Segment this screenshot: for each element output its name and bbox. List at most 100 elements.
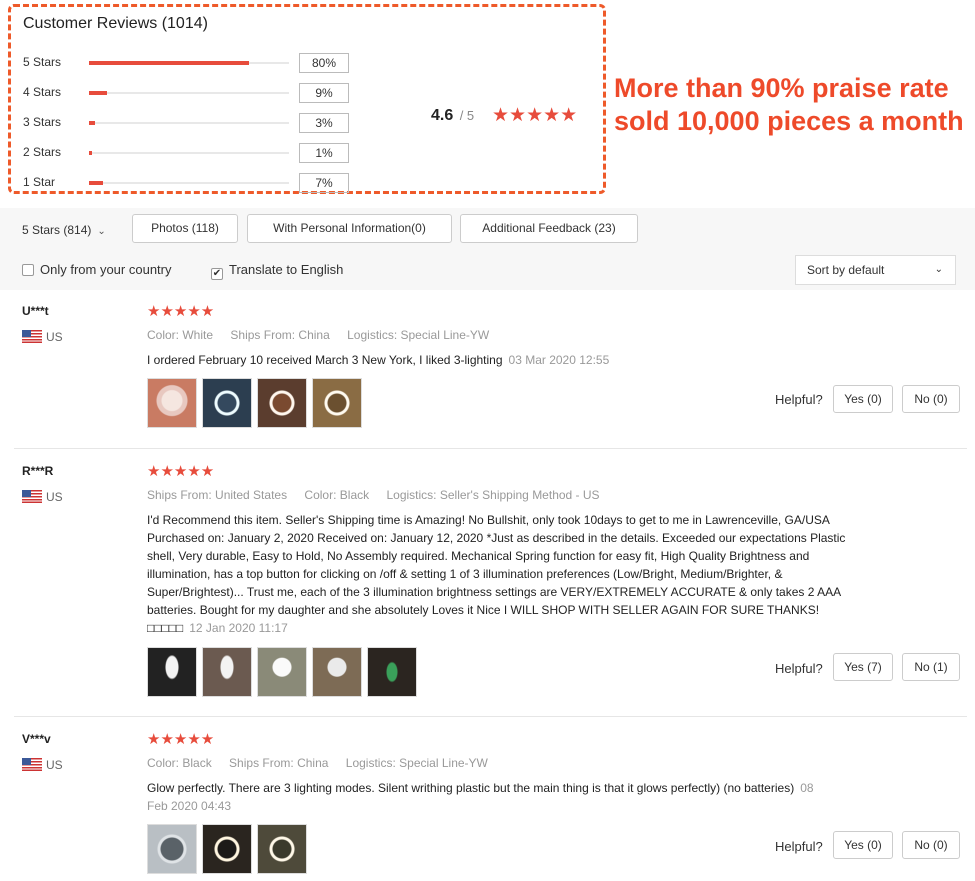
helpful-no-button[interactable]: No (1) [902,653,960,681]
chevron-down-icon: ⌄ [934,264,943,275]
review-summary-box: Customer Reviews (1014) 5 Stars 80% 4 St… [8,4,606,194]
review-photo-thumbnail[interactable] [147,647,197,697]
average-value: 4.6 [431,107,454,124]
meta-ships-from: Ships From: China [229,756,329,770]
review-text: Glow perfectly. There are 3 lighting mod… [147,779,837,815]
reviewer-name: V***v [22,732,51,746]
review-text: I ordered February 10 received March 3 N… [147,351,867,369]
rating-label: 4 Stars [23,85,62,99]
us-flag-icon [22,490,42,503]
only-country-option[interactable]: Only from your country [22,262,172,277]
translate-option[interactable]: ✔ Translate to English [211,262,343,280]
sort-select[interactable]: Sort by default ⌄ [795,255,956,285]
star-filter-select[interactable]: 5 Stars (814) ⌄ [22,223,106,237]
review-stars-icon: ★★★★★ [147,731,215,748]
country-code: US [46,490,63,504]
review-date: 03 Mar 2020 12:55 [508,353,610,367]
additional-feedback-filter-button[interactable]: Additional Feedback (23) [460,214,638,243]
review-photo-thumbnail[interactable] [257,824,307,874]
country-code: US [46,758,63,772]
review-text: I'd Recommend this item. Seller's Shippi… [147,511,867,637]
review-divider [14,448,967,449]
translate-checkbox[interactable]: ✔ [211,268,223,280]
promo-annotation: More than 90% praise rate sold 10,000 pi… [614,72,974,138]
rating-percent: 80% [299,53,349,73]
helpful-label: Helpful? [775,661,823,676]
helpful-yes-button[interactable]: Yes (0) [833,385,893,413]
review-date: 12 Jan 2020 11:17 [189,621,288,635]
promo-line-1: More than 90% praise rate [614,73,949,103]
review-photo-thumbnail[interactable] [257,378,307,428]
meta-color: Color: White [147,328,214,342]
rating-bar-fill [89,151,92,155]
meta-logistics: Logistics: Seller's Shipping Method - US [386,488,600,502]
review-photo-thumbnail[interactable] [202,378,252,428]
review-meta: Color: White Ships From: China Logistics… [147,328,503,342]
review-meta: Ships From: United States Color: Black L… [147,488,614,502]
review-photo-thumbnail[interactable] [367,647,417,697]
rating-bar [89,181,289,185]
us-flag-icon [22,330,42,343]
rating-percent: 1% [299,143,349,163]
review-photo-thumbnail[interactable] [312,378,362,428]
rating-bar [89,151,289,155]
meta-ships-from: Ships From: United States [147,488,288,502]
meta-logistics: Logistics: Special Line-YW [345,756,488,770]
review-photo-thumbnail[interactable] [202,824,252,874]
reviewer-country: US [22,758,63,772]
helpful-no-button[interactable]: No (0) [902,385,960,413]
helpful-yes-button[interactable]: Yes (7) [833,653,893,681]
sort-label: Sort by default [807,263,885,277]
summary-title: Customer Reviews (1014) [23,15,208,32]
rating-bar-fill [89,181,103,185]
helpful-no-button[interactable]: No (0) [902,831,960,859]
rating-percent: 7% [299,173,349,193]
rating-percent: 3% [299,113,349,133]
helpful-yes-button[interactable]: Yes (0) [833,831,893,859]
reviewer-country: US [22,330,63,344]
review-photo-thumbnail[interactable] [147,824,197,874]
meta-ships-from: Ships From: China [230,328,330,342]
review-stars-icon: ★★★★★ [147,303,215,320]
rating-bar-fill [89,61,249,65]
rating-bar [89,91,289,95]
photos-filter-button[interactable]: Photos (118) [132,214,238,243]
rating-label: 1 Star [23,175,56,189]
rating-row-4[interactable]: 4 Stars 9% [23,83,353,103]
filter-bar: 5 Stars (814) ⌄ Photos (118) With Persona… [0,208,975,290]
personal-info-filter-button[interactable]: With Personal Information(0) [247,214,452,243]
average-stars-icon: ★★★★★ [492,105,578,126]
only-country-checkbox[interactable] [22,264,34,276]
rating-bar [89,121,289,125]
rating-label: 3 Stars [23,115,62,129]
rating-row-5[interactable]: 5 Stars 80% [23,53,353,73]
reviewer-name: U***t [22,304,49,318]
helpful-label: Helpful? [775,392,823,407]
rating-row-3[interactable]: 3 Stars 3% [23,113,353,133]
review-photo-thumbnail[interactable] [147,378,197,428]
star-filter-label: 5 Stars (814) [22,223,92,237]
review-meta: Color: Black Ships From: China Logistics… [147,756,502,770]
review-photo-thumbnail[interactable] [202,647,252,697]
rating-row-1[interactable]: 1 Star 7% [23,173,353,193]
country-code: US [46,330,63,344]
review-stars-icon: ★★★★★ [147,463,215,480]
review-body: Glow perfectly. There are 3 lighting mod… [147,781,795,795]
chevron-down-icon: ⌄ [97,226,106,237]
reviewer-country: US [22,490,63,504]
rating-bar-fill [89,91,107,95]
rating-percent: 9% [299,83,349,103]
review-photo-thumbnail[interactable] [257,647,307,697]
rating-bar-fill [89,121,95,125]
review-photo-thumbnail[interactable] [312,647,362,697]
meta-color: Color: Black [304,488,370,502]
review-divider [14,716,967,717]
review-body: I ordered February 10 received March 3 N… [147,353,503,367]
rating-bar [89,61,289,65]
promo-line-2: sold 10,000 pieces a month [614,106,964,136]
only-country-label: Only from your country [40,262,172,277]
rating-label: 5 Stars [23,55,62,69]
review-body: I'd Recommend this item. Seller's Shippi… [147,513,846,635]
average-out-of: / 5 [459,108,475,123]
rating-row-2[interactable]: 2 Stars 1% [23,143,353,163]
